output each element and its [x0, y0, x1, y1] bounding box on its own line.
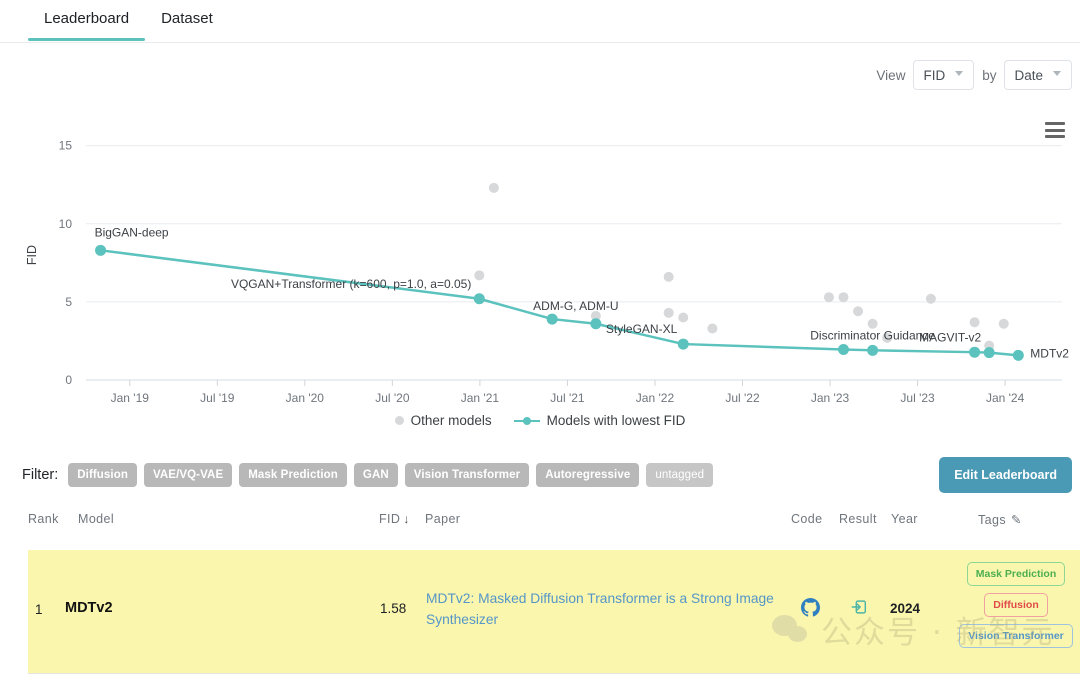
cell-tags: Mask Prediction Diffusion Vision Transfo…	[956, 562, 1076, 648]
metric-select-value: FID	[923, 68, 945, 83]
cell-year: 2024	[890, 601, 920, 616]
teal-line-icon	[514, 416, 540, 426]
tab-leaderboard[interactable]: Leaderboard	[28, 0, 145, 40]
filter-label: Filter:	[22, 467, 58, 483]
tab-bar: Leaderboard Dataset	[0, 0, 1080, 43]
header-model[interactable]: Model	[78, 512, 114, 526]
cell-rank: 1	[35, 602, 43, 617]
svg-text:VQGAN+Transformer (k=600, p=1.: VQGAN+Transformer (k=600, p=1.0, a=0.05)	[231, 277, 471, 291]
filter-chip-vision-transformer[interactable]: Vision Transformer	[405, 463, 529, 487]
header-paper: Paper	[425, 512, 460, 526]
tag-vision-transformer[interactable]: Vision Transformer	[959, 624, 1073, 648]
chart-canvas: 0 5 10 15 FID Jan '19 Jul '19 Jan '20 Jul '20 Jan…	[0, 100, 1080, 410]
svg-text:Jan '19: Jan '19	[111, 391, 150, 405]
leaderboard-page: Leaderboard Dataset View FID by Date 0 5 1…	[0, 0, 1080, 676]
filter-chip-autoregressive[interactable]: Autoregressive	[536, 463, 639, 487]
svg-text:BigGAN-deep: BigGAN-deep	[95, 225, 169, 239]
cell-fid: 1.58	[380, 601, 406, 616]
svg-text:Jul '19: Jul '19	[200, 391, 235, 405]
cell-paper-link[interactable]: MDTv2: Masked Diffusion Transformer is a…	[426, 588, 786, 630]
svg-text:Jul '21: Jul '21	[550, 391, 585, 405]
tag-mask-prediction[interactable]: Mask Prediction	[967, 562, 1066, 586]
filter-chip-gan[interactable]: GAN	[354, 463, 398, 487]
svg-text:ADM-G, ADM-U: ADM-G, ADM-U	[533, 299, 618, 313]
header-tags-label: Tags	[978, 513, 1006, 527]
svg-text:15: 15	[59, 139, 73, 153]
svg-text:Jul '23: Jul '23	[900, 391, 935, 405]
svg-text:Jan '22: Jan '22	[636, 391, 675, 405]
axis-select[interactable]: Date	[1004, 60, 1072, 90]
external-link-icon[interactable]	[850, 598, 868, 621]
tag-diffusion[interactable]: Diffusion	[984, 593, 1048, 617]
legend-label-other-models: Other models	[411, 413, 492, 428]
filter-chip-vae-vq-vae[interactable]: VAE/VQ-VAE	[144, 463, 232, 487]
github-icon[interactable]	[801, 598, 820, 622]
svg-text:Jul '22: Jul '22	[725, 391, 760, 405]
metric-select[interactable]: FID	[913, 60, 974, 90]
legend-item-lowest-fid[interactable]: Models with lowest FID	[514, 413, 686, 428]
by-label: by	[982, 68, 996, 83]
filter-chip-diffusion[interactable]: Diffusion	[68, 463, 137, 487]
svg-text:Jan '20: Jan '20	[286, 391, 325, 405]
chevron-down-icon	[1053, 71, 1062, 80]
sort-descending-icon: ↓	[403, 512, 409, 526]
view-label: View	[876, 68, 905, 83]
tab-leaderboard-label: Leaderboard	[44, 10, 129, 27]
svg-text:Jan '23: Jan '23	[811, 391, 850, 405]
header-result: Result	[839, 512, 877, 526]
header-tags: Tags ✎	[978, 512, 1022, 527]
svg-text:StyleGAN-XL: StyleGAN-XL	[606, 322, 678, 336]
svg-text:Jan '24: Jan '24	[986, 391, 1025, 405]
grey-dot-icon	[395, 416, 404, 425]
pencil-square-icon[interactable]: ✎	[1011, 512, 1022, 527]
table-header: Rank Model FID↓ Paper Code Result Year T…	[0, 512, 1080, 538]
legend-item-other-models[interactable]: Other models	[395, 413, 492, 428]
header-fid[interactable]: FID↓	[379, 512, 413, 526]
chevron-down-icon	[955, 71, 964, 80]
svg-text:0: 0	[65, 373, 72, 387]
chart-menu-icon[interactable]	[1045, 122, 1065, 138]
svg-text:Jan '21: Jan '21	[461, 391, 500, 405]
fid-over-time-chart: 0 5 10 15 FID Jan '19 Jul '19 Jan '20 Jul '20 Jan…	[0, 100, 1080, 440]
filter-bar: Filter: Diffusion VAE/VQ-VAE Mask Predic…	[0, 455, 1080, 495]
header-fid-label: FID	[379, 512, 400, 526]
svg-text:MAGVIT-v2: MAGVIT-v2	[919, 331, 981, 345]
axis-select-value: Date	[1014, 68, 1043, 83]
filter-chip-mask-prediction[interactable]: Mask Prediction	[239, 463, 347, 487]
header-code: Code	[791, 512, 822, 526]
filter-chips: Diffusion VAE/VQ-VAE Mask Prediction GAN…	[68, 463, 713, 487]
cell-model: MDTv2	[65, 600, 113, 616]
svg-text:MDTv2: MDTv2	[1030, 346, 1069, 360]
header-year[interactable]: Year	[891, 512, 918, 526]
tab-dataset[interactable]: Dataset	[145, 0, 229, 40]
svg-text:10: 10	[59, 217, 73, 231]
header-rank: Rank	[28, 512, 59, 526]
filter-chip-untagged[interactable]: untagged	[646, 463, 713, 487]
chart-legend: Other models Models with lowest FID	[0, 413, 1080, 428]
table-row[interactable]: 1 MDTv2 1.58 MDTv2: Masked Diffusion Tra…	[28, 550, 1080, 674]
legend-label-lowest-fid: Models with lowest FID	[547, 413, 686, 428]
svg-text:FID: FID	[25, 245, 39, 265]
svg-text:Jul '20: Jul '20	[375, 391, 410, 405]
svg-text:5: 5	[65, 295, 72, 309]
svg-text:Discriminator Guidance: Discriminator Guidance	[810, 328, 935, 342]
chart-view-controls: View FID by Date	[876, 60, 1072, 90]
tab-dataset-label: Dataset	[161, 10, 213, 27]
edit-leaderboard-button[interactable]: Edit Leaderboard	[939, 457, 1072, 493]
